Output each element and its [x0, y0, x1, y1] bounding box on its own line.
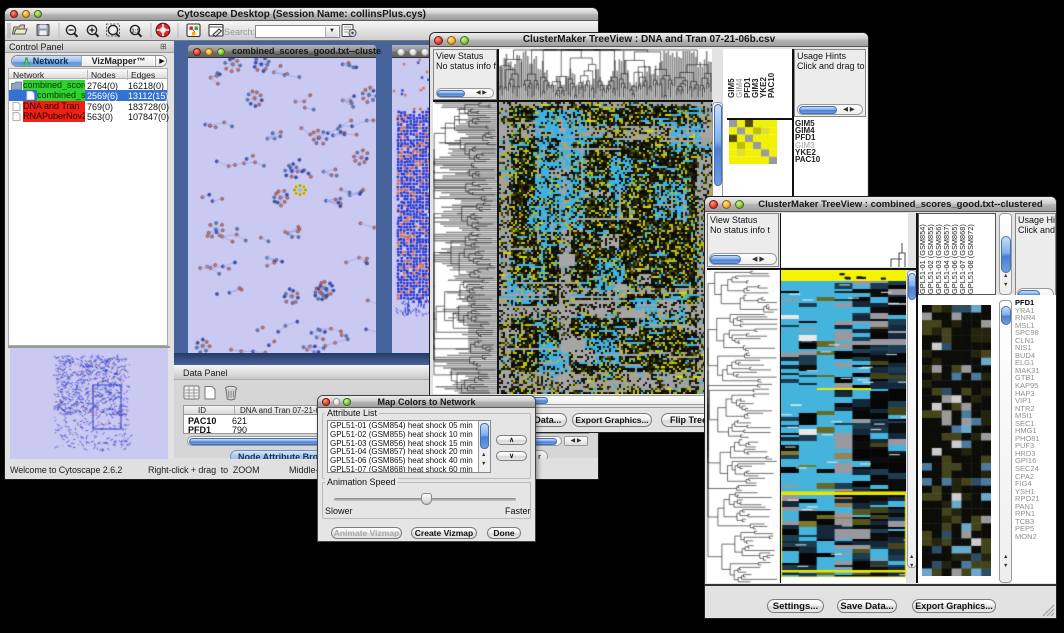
svg-text:1:1: 1:1 [132, 29, 140, 35]
